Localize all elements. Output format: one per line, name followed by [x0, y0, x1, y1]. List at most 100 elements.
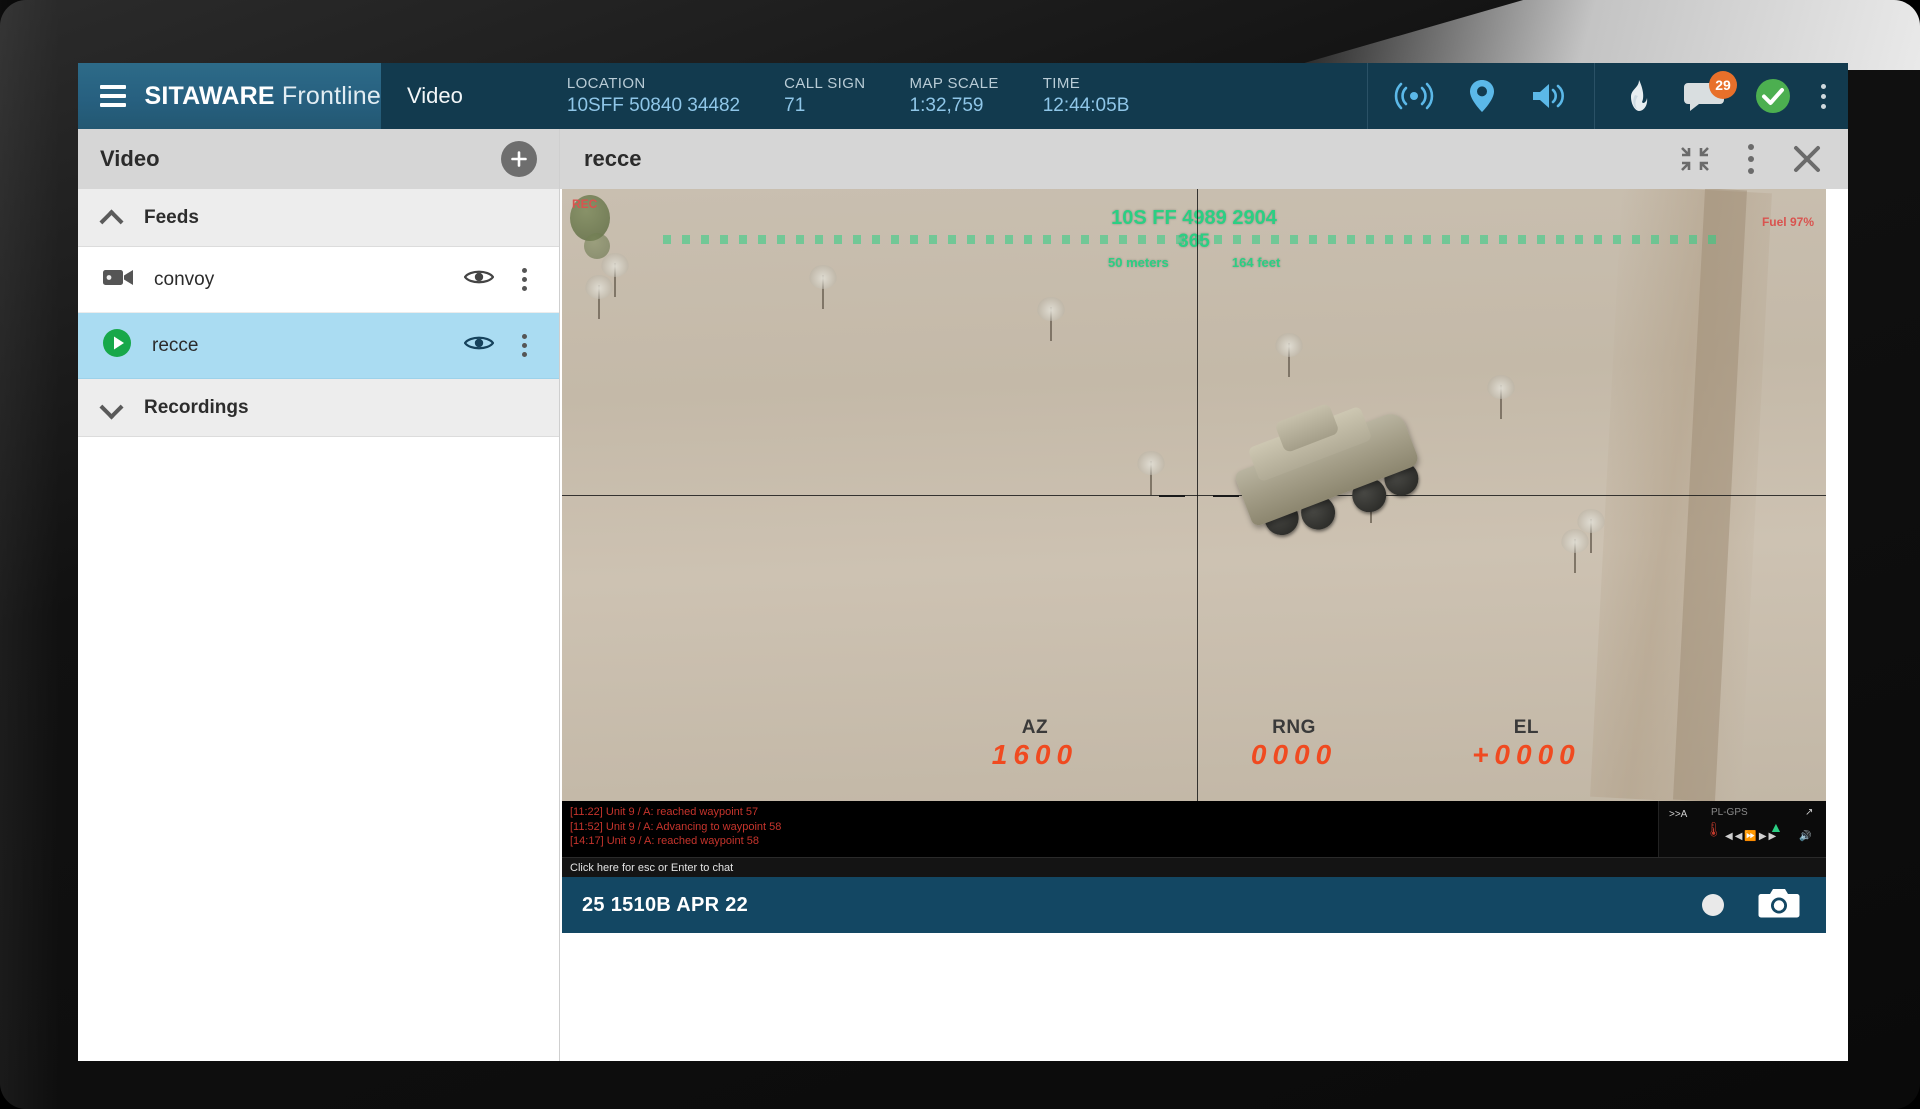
chat-log-strip: [11:22] Unit 9 / A: reached waypoint 57 … — [562, 801, 1826, 857]
status-field-time: TIME 12:44:05B — [1043, 75, 1174, 116]
overflow-menu-icon[interactable] — [1821, 83, 1826, 109]
sidebar-group-recordings[interactable]: Recordings — [78, 379, 559, 437]
collapse-icon[interactable] — [1680, 145, 1710, 173]
chat-badge: 29 — [1709, 71, 1737, 99]
tree — [809, 265, 837, 309]
crosshair-vertical — [1196, 189, 1198, 801]
bezel-edge — [0, 0, 60, 1109]
record-button[interactable] — [1702, 894, 1724, 916]
eye-icon[interactable] — [463, 267, 495, 292]
status-group: LOCATION 10SFF 50840 34482 CALL SIGN 71 … — [489, 63, 1367, 129]
close-icon[interactable] — [1792, 144, 1822, 174]
screen: SITAWARE Frontline Video LOCATION 10SFF … — [78, 63, 1848, 1061]
sidebar-title: Video — [100, 146, 160, 171]
timestamp-bar: 25 1510B APR 22 — [562, 877, 1826, 933]
crosshair-tick-left — [1158, 495, 1185, 497]
bezel-glare — [1280, 0, 1920, 70]
readout-label-el: EL — [1513, 717, 1540, 738]
eye-icon[interactable] — [463, 333, 495, 358]
status-value-mapscale: 1:32,759 — [909, 94, 984, 116]
speaker-icon[interactable] — [1530, 81, 1568, 111]
feed-menu-recce[interactable] — [514, 330, 535, 361]
tree — [1487, 375, 1515, 419]
status-label-callsign: CALL SIGN — [784, 75, 866, 93]
flame-icon[interactable] — [1623, 79, 1653, 113]
video-camera-icon — [102, 266, 134, 293]
crosshair-horizontal — [562, 495, 1826, 496]
status-label-location: LOCATION — [566, 75, 646, 93]
feed-label-recce: recce — [152, 334, 199, 356]
video-header-actions — [1680, 144, 1822, 174]
chat-icon[interactable]: 29 — [1683, 71, 1737, 112]
status-value-callsign: 71 — [784, 94, 806, 116]
readout-value-el: +0000 — [1472, 739, 1581, 770]
tree — [1577, 509, 1605, 553]
video-overflow-menu-icon[interactable] — [1748, 144, 1754, 174]
body: Video Feeds convoy recce Recordings recc… — [78, 129, 1848, 1061]
mini-green-led: ▲ — [1769, 819, 1783, 835]
chat-log-lines: [11:22] Unit 9 / A: reached waypoint 57 … — [562, 801, 1658, 857]
status-label-time: TIME — [1042, 75, 1081, 93]
readout-rng: RNG 0000 — [1251, 717, 1337, 771]
sidebar-group-label-feeds: Feeds — [144, 206, 199, 228]
brand-name-light: Frontline — [281, 81, 381, 110]
sidebar-group-label-recordings: Recordings — [144, 396, 249, 418]
video-stage[interactable]: REC Fuel 97% 10S FF 4989 2904 365 50 met… — [562, 189, 1826, 801]
overlay-mini-controls[interactable]: >>A PL-GPS 🌡 ◀◀⏩▶▶ 🔊 ↗ ▲ — [1658, 801, 1826, 857]
tablet-shell: SITAWARE Frontline Video LOCATION 10SFF … — [0, 0, 1920, 1109]
chevron-down-icon — [102, 402, 122, 414]
status-label-mapscale: MAP SCALE — [909, 75, 999, 93]
add-feed-button[interactable] — [501, 141, 537, 177]
hud-scale-left: 50 meters — [1108, 255, 1169, 270]
readout-value-rng: 0000 — [1250, 739, 1338, 770]
sidebar-header: Video — [78, 129, 559, 189]
tree — [601, 253, 629, 297]
video-header: recce — [560, 129, 1848, 189]
armored-vehicle — [1202, 365, 1456, 582]
tree — [1561, 529, 1589, 573]
play-circle-icon — [102, 328, 132, 363]
app-bar: SITAWARE Frontline Video LOCATION 10SFF … — [78, 63, 1848, 129]
chat-line: [14:17] Unit 9 / A: reached waypoint 58 — [570, 835, 759, 848]
video-title: recce — [584, 146, 642, 171]
mini-thermometer-icon: 🌡 — [1705, 821, 1723, 837]
status-field-mapscale: MAP SCALE 1:32,759 — [910, 75, 1043, 116]
status-field-location: LOCATION 10SFF 50840 34482 — [567, 75, 784, 116]
tree — [1037, 297, 1065, 341]
mini-expand-icon[interactable]: ↗ — [1805, 807, 1813, 818]
mini-control-label: PL-GPS — [1711, 807, 1748, 818]
chat-line: [11:52] Unit 9 / A: Advancing to waypoin… — [570, 820, 782, 833]
chevron-up-icon — [102, 212, 122, 224]
feed-row-convoy[interactable]: convoy — [78, 247, 559, 313]
status-field-callsign: CALL SIGN 71 — [784, 75, 909, 116]
readout-label-rng: RNG — [1272, 717, 1316, 738]
readout-az: AZ 1600 — [992, 717, 1078, 771]
hud-grid-ref: 10S FF 4989 2904 — [1111, 207, 1277, 229]
brand-block: SITAWARE Frontline — [78, 63, 381, 129]
feed-row-recce[interactable]: recce — [78, 313, 559, 379]
video-area: recce REC Fuel 97% 10S FF 4989 2904 365 … — [560, 129, 1848, 1061]
location-pin-icon[interactable] — [1468, 79, 1496, 113]
module-title[interactable]: Video — [381, 63, 489, 129]
feed-menu-convoy[interactable] — [514, 264, 535, 295]
mini-speaker-icon[interactable]: 🔊 — [1799, 831, 1811, 842]
tree — [1275, 333, 1303, 377]
chat-input-placeholder: Click here for esc or Enter to chat — [570, 861, 734, 874]
sidebar-group-feeds[interactable]: Feeds — [78, 189, 559, 247]
video-sidebar: Video Feeds convoy recce Recordings — [78, 129, 560, 1061]
status-value-location: 10SFF 50840 34482 — [566, 94, 741, 116]
tree — [1137, 451, 1165, 495]
mini-control-label: >>A — [1669, 809, 1688, 820]
right-actions: 29 — [1595, 63, 1848, 129]
chat-line: [11:22] Unit 9 / A: reached waypoint 57 — [570, 806, 759, 818]
camera-icon[interactable] — [1758, 886, 1800, 925]
quick-actions — [1367, 63, 1595, 129]
status-ok-icon[interactable] — [1755, 78, 1791, 114]
readout-value-az: 1600 — [991, 739, 1079, 770]
readout-label-az: AZ — [1021, 717, 1049, 738]
brand-name-bold: SITAWARE — [144, 81, 275, 110]
chat-input-bar[interactable]: Click here for esc or Enter to chat — [562, 857, 1826, 877]
feed-label-convoy: convoy — [154, 268, 215, 290]
broadcast-icon[interactable] — [1394, 82, 1434, 110]
hamburger-icon[interactable] — [100, 85, 127, 107]
